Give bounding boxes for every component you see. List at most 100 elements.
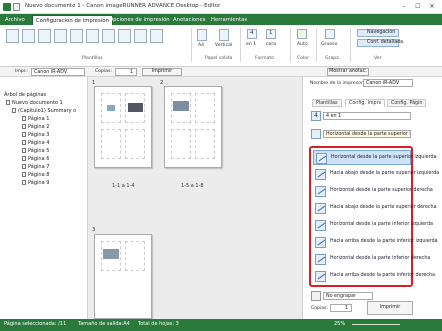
tab-page-config[interactable]: Config. Págin [387,99,427,107]
tree-page[interactable]: Página 7 [22,164,49,170]
tree-page-label: Página 5 [28,148,50,154]
template-icon[interactable] [102,29,115,43]
divider [350,28,351,62]
color-icon[interactable] [297,29,307,39]
tree-page[interactable]: Página 2 [22,124,49,130]
tree-page-label: Página 7 [28,164,50,170]
paper-size-icon[interactable] [197,29,207,41]
minimize-button[interactable]: – [397,2,411,11]
option-label: Horizontal desde la parte superior derec… [330,188,433,193]
tab-templates[interactable]: Plantillas [312,99,342,107]
sheet-thumbnail[interactable] [94,234,152,319]
tree-page-label: Página 4 [28,140,50,146]
divider [290,28,291,62]
template-icon[interactable] [86,29,99,43]
order-option[interactable]: Hacia abajo desde la parte superior dere… [313,201,437,216]
template-icon[interactable] [118,29,131,43]
staple-select[interactable]: No engrapar [323,292,373,300]
pages-per-sheet-value: 4 [250,30,254,36]
divider [240,28,241,62]
app-icon [3,3,11,11]
order-icon [311,129,321,139]
detail-settings-toggle[interactable]: Conf. detallada [357,39,403,47]
maximize-button[interactable]: ☐ [411,2,425,11]
show-annotations-button[interactable]: Mostrar anotac. [327,68,369,76]
zoom-value[interactable]: 25% [334,321,345,327]
order-option[interactable]: Horizontal desde la parte superior derec… [313,184,433,199]
tree-page-label: Página 9 [28,180,50,186]
template-icon[interactable] [134,29,147,43]
mini-page [195,129,215,159]
tree-page[interactable]: Página 4 [22,140,49,146]
copies-input[interactable]: 1 [115,68,137,76]
sides-value: 1 [269,30,273,36]
tree-page[interactable]: Página 1 [22,116,49,122]
chapter-icon [12,108,16,113]
template-icon[interactable] [22,29,35,43]
save-icon[interactable] [13,3,20,11]
image-thumbnail [103,249,119,259]
paper-size-value[interactable]: A4 [198,43,204,48]
orientation-value[interactable]: Vertical [215,43,232,48]
tree-page[interactable]: Página 5 [22,148,49,154]
staple-icon[interactable] [325,29,335,39]
tree-page[interactable]: Página 6 [22,156,49,162]
sheet-thumbnail[interactable] [94,86,152,168]
order-option[interactable]: Horizontal desde la parte inferior derec… [313,252,430,267]
paper-weight-value[interactable]: Grueso [321,42,337,47]
navigation-toggle[interactable]: Navegación [357,29,399,37]
sheet-caption: 1-1 a 1-4 [112,183,135,189]
close-button[interactable]: ✕ [425,2,439,11]
nup-select[interactable]: 4 en 1 [323,112,411,120]
tree-root-label: Nuevo documento 1 [12,100,63,106]
tab-tools[interactable]: Herramientas [208,15,250,25]
tree-page-label: Página 6 [28,156,50,162]
page-icon [22,180,26,185]
option-label: Hacia abajo desde la parte superior izqu… [330,171,440,176]
template-icon[interactable] [150,29,163,43]
option-label: Horizontal desde la parte superior izqui… [331,155,437,160]
color-value[interactable]: Auto [297,42,308,47]
order-option[interactable]: Horizontal desde la parte inferior izqui… [313,218,433,233]
tree-page[interactable]: Página 3 [22,132,49,138]
status-selected-page: Página seleccionada: /11 [4,321,67,327]
order-option[interactable]: Hacia arriba desde la parte inferior der… [313,269,435,284]
copies-input[interactable]: 1 [330,304,352,312]
sheet-number: 3 [92,227,96,233]
sheet-thumbnail[interactable] [164,86,222,168]
tree-chapter[interactable]: (Capítulo1) Summary o [12,108,76,114]
printer-name-label: Nombre de la impresora: [310,81,368,86]
page-icon [22,116,26,121]
template-icon[interactable] [6,29,19,43]
tab-archivo[interactable]: Archivo [2,15,28,25]
nup-icon: 4 [311,111,321,121]
template-icon[interactable] [54,29,67,43]
zoom-slider[interactable] [352,324,400,325]
mini-page [125,241,145,271]
tab-print-options[interactable]: Opciones de impresión [106,15,173,25]
order-select[interactable]: Horizontal desde la parte superior izq [323,130,411,138]
status-bar: Página seleccionada: /11 Tamaño de salid… [0,319,442,331]
printer-name-select[interactable]: Canon iR-ADV [363,79,413,87]
tree-page[interactable]: Página 9 [22,180,49,186]
print-button-toolbar[interactable]: Imprimir [142,68,182,76]
image-thumbnail [128,103,143,112]
print-button[interactable]: Imprimir [367,301,413,315]
printer-select[interactable]: Canon iR-ADV [31,68,85,76]
tab-annotations[interactable]: Anotaciones [170,15,209,25]
group-label-templates: Plantillas [82,56,103,61]
template-icon[interactable] [70,29,83,43]
tree-root[interactable]: Nuevo documento 1 [6,100,63,106]
template-icon[interactable] [38,29,51,43]
order-option[interactable]: Horizontal desde la parte superior izqui… [313,150,437,165]
order-option[interactable]: Hacia abajo desde la parte superior izqu… [313,167,439,182]
tab-print-config[interactable]: Config. Imprv [345,99,386,107]
mini-page [171,129,191,159]
tab-print-settings[interactable]: Configuración de impresión [32,15,113,25]
divider [316,28,317,62]
order-icon [315,169,326,180]
tree-page[interactable]: Página 8 [22,172,49,178]
title-bar: Nuevo documento 1 - Canon imageRUNNER AD… [0,0,442,14]
orientation-icon[interactable] [219,29,229,41]
order-option[interactable]: Hacia arriba desde la parte inferior izq… [313,235,438,250]
